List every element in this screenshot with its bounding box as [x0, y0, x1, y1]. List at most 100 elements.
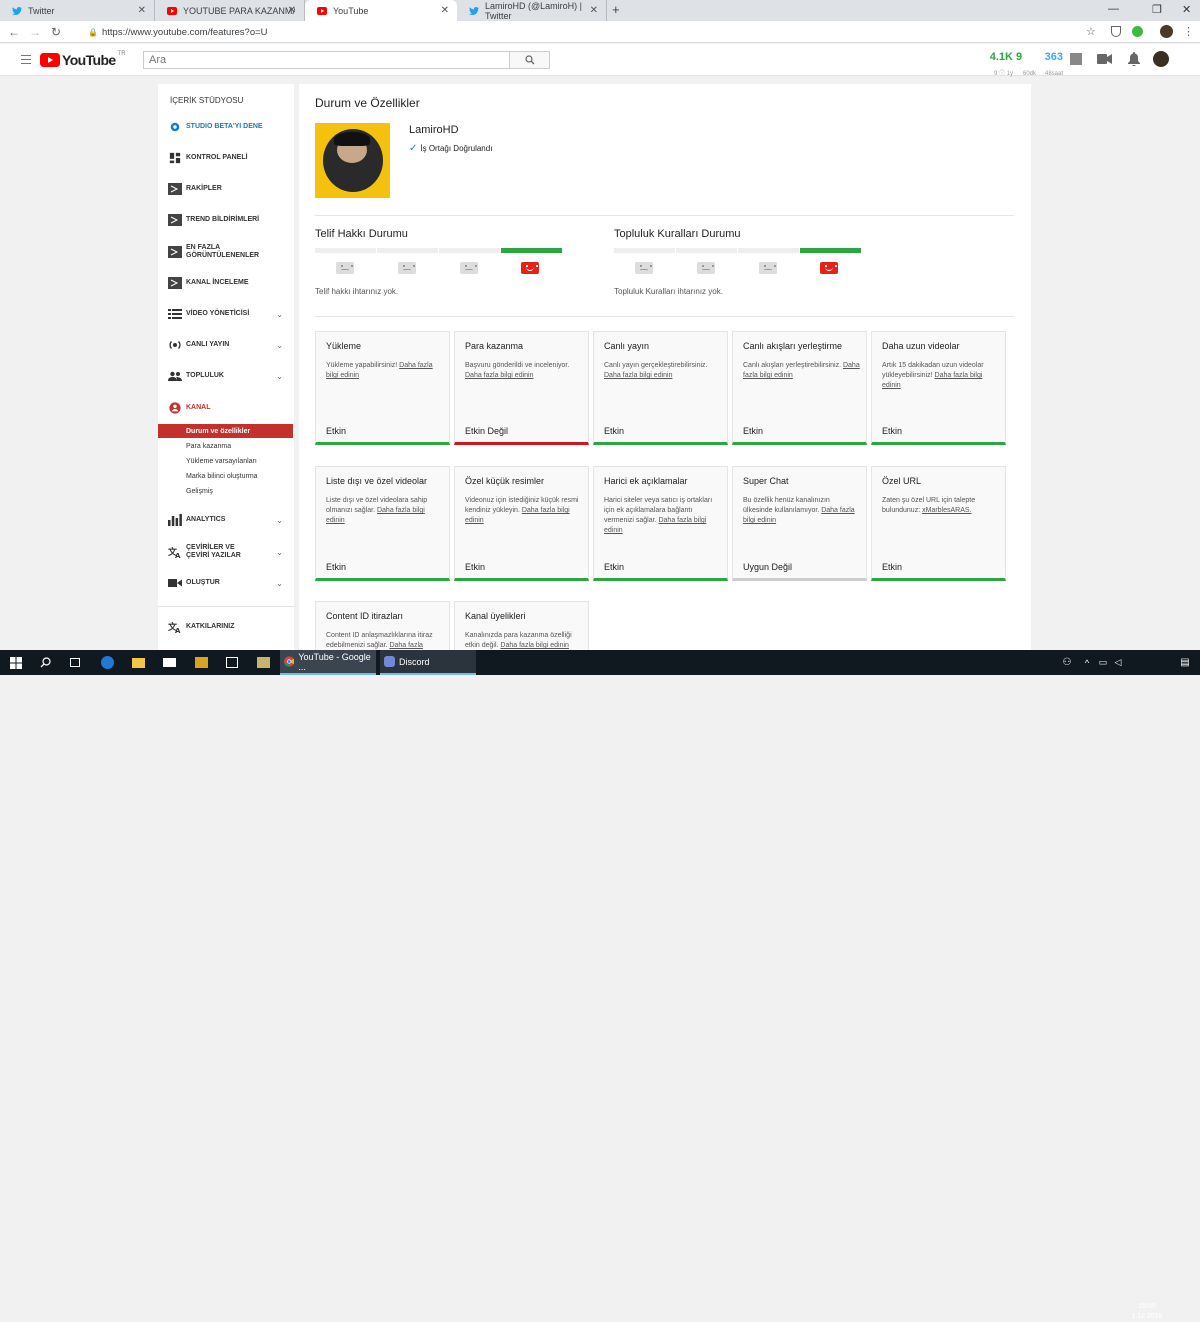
search-button[interactable] [509, 51, 550, 69]
sidebar-subitem-advanced[interactable]: Gelişmiş [158, 484, 294, 498]
taskbar-app-chrome[interactable]: YouTube - Google ... [280, 650, 376, 675]
shield-icon[interactable] [1111, 26, 1121, 37]
learn-more-link[interactable]: Daha fazla [389, 642, 422, 649]
sidebar-item-dashboard[interactable]: KONTROL PANELİ [158, 148, 294, 168]
chevron-down-icon[interactable]: ⌄ [276, 516, 283, 525]
sidebar-item-translations[interactable]: 文A ÇEVİRİLER VE ÇEVİRİ YAZILAR ⌄ [158, 541, 294, 563]
start-button[interactable] [0, 650, 32, 675]
svg-text:A: A [175, 552, 181, 558]
sidebar-item-channel[interactable]: KANAL [158, 398, 294, 418]
menu-dots-icon[interactable]: ⋮ [1183, 25, 1194, 38]
sidebar-item-studio-beta[interactable]: STUDIO BETA'YI DENE [158, 117, 294, 137]
sidebar-item-trend-alerts[interactable]: TREND BİLDİRİMLERİ [158, 210, 294, 230]
sidebar-subitem-upload-defaults[interactable]: Yükleme varsayılanları [158, 454, 294, 468]
tray-chevron-icon[interactable]: ^ [1080, 650, 1094, 675]
app2-taskbar-button[interactable] [250, 650, 276, 675]
explorer-taskbar-button[interactable] [125, 650, 151, 675]
strike-bar [738, 248, 799, 253]
store-taskbar-button[interactable] [219, 650, 245, 675]
notifications-bell-icon[interactable] [1128, 52, 1140, 66]
sidebar-subitem-status-features[interactable]: Durum ve özellikler [158, 424, 293, 438]
notifications-center-icon[interactable]: ▤ [1176, 650, 1194, 675]
feature-card-unlisted-private: Liste dışı ve özel videolar Liste dışı v… [315, 466, 450, 581]
custom-url-link[interactable]: xMarblesARAS. [922, 507, 971, 514]
taskbar-app-discord[interactable]: Discord [380, 650, 476, 675]
sidebar-subitem-branding[interactable]: Marka bilinci oluşturma [158, 469, 294, 483]
new-tab-button[interactable]: + [612, 2, 620, 17]
gear-icon [170, 122, 180, 132]
profile-avatar-icon[interactable] [1160, 25, 1173, 38]
card-title: Yükleme [326, 341, 362, 351]
divider [315, 215, 1014, 216]
tab-youtube-para[interactable]: YOUTUBE PARA KAZANMA İNCE ✕ [155, 0, 305, 21]
card-status: Etkin [882, 426, 903, 436]
chevron-down-icon[interactable]: ⌄ [276, 341, 283, 350]
task-view-button[interactable] [62, 650, 88, 675]
account-avatar[interactable] [1153, 51, 1169, 67]
sidebar-item-community[interactable]: TOPLULUK ⌄ [158, 366, 294, 386]
upload-video-icon[interactable] [1097, 54, 1112, 64]
sidebar-subitem-monetization[interactable]: Para kazanma [158, 439, 294, 453]
chevron-down-icon[interactable]: ⌄ [276, 579, 283, 588]
battery-icon[interactable]: ▭ [1096, 650, 1110, 675]
chevron-down-icon[interactable]: ⌄ [276, 310, 283, 319]
sidebar-item-video-manager[interactable]: VİDEO YÖNETİCİSİ ⌄ [158, 304, 294, 324]
tab-twitter[interactable]: Twitter ✕ [0, 0, 155, 21]
hamburger-menu-icon[interactable] [21, 55, 31, 64]
sidebar-item-analytics[interactable]: ANALYTICS ⌄ [158, 510, 294, 530]
youtube-logo-icon [40, 53, 60, 67]
close-icon[interactable]: ✕ [288, 5, 296, 16]
youtube-logo[interactable]: YouTube TR [40, 51, 126, 68]
edge-taskbar-button[interactable] [94, 650, 120, 675]
close-icon[interactable]: ✕ [441, 5, 449, 16]
maximize-button[interactable]: ❐ [1152, 3, 1162, 16]
search-input[interactable] [143, 51, 510, 69]
chevron-down-icon[interactable]: ⌄ [276, 372, 283, 381]
sidebar-item-competitors[interactable]: RAKİPLER [158, 179, 294, 199]
mail-icon [162, 658, 176, 667]
browser-tab-bar: Twitter ✕ YOUTUBE PARA KAZANMA İNCE ✕ Yo… [0, 0, 1200, 21]
minimize-button[interactable]: — [1108, 3, 1119, 15]
window-close-button[interactable]: ✕ [1182, 3, 1191, 16]
card-status: Etkin [604, 426, 625, 436]
reload-icon[interactable]: ↻ [51, 25, 61, 39]
app-taskbar-button[interactable] [188, 650, 214, 675]
back-icon[interactable]: ← [8, 25, 20, 39]
card-title: Content ID itirazları [326, 611, 404, 621]
learn-more-link[interactable]: Daha fazla bilgi edinin [465, 372, 534, 379]
url-field[interactable]: 🔒 https://www.youtube.com/features?o=U [75, 24, 1085, 41]
card-title: Canlı yayın [604, 341, 650, 351]
learn-more-link[interactable]: Daha fazla bilgi edinin [500, 642, 569, 649]
forward-icon[interactable]: → [29, 25, 41, 39]
people-icon[interactable]: ⚇ [1058, 650, 1076, 675]
card-description: Zaten şu özel URL için talepte bulundunu… [882, 497, 976, 514]
clock[interactable]: 15:05 1.12.2018 [1130, 1302, 1164, 1322]
feature-card-external-annotations: Harici ek açıklamalar Harici siteler vey… [593, 466, 728, 581]
mail-taskbar-button[interactable] [156, 650, 182, 675]
sidebar-item-create[interactable]: OLUŞTUR ⌄ [158, 573, 294, 593]
close-icon[interactable]: ✕ [590, 5, 598, 16]
create-icon [168, 579, 182, 587]
feature-card-longer-videos: Daha uzun videolar Artık 15 dakikadan uz… [871, 331, 1006, 445]
live-icon [169, 341, 181, 349]
learn-more-link[interactable]: Daha fazla bilgi edinin [604, 372, 673, 379]
sidebar-divider [158, 606, 294, 607]
volume-icon[interactable]: ◁ [1111, 650, 1125, 675]
analytics-bars-icon[interactable] [1070, 53, 1082, 65]
sidebar-item-most-viewed[interactable]: EN FAZLA GÖRÜNTÜLENENLER [158, 241, 294, 263]
sidebar-item-contributions[interactable]: 文A KATKILARINIZ [158, 617, 294, 637]
extension-icon[interactable] [1132, 26, 1143, 37]
tubebuddy-icon [168, 277, 182, 289]
tab-youtube[interactable]: YouTube ✕ [305, 0, 457, 21]
search-taskbar-button[interactable] [32, 650, 58, 675]
neutral-face-icon [398, 262, 416, 274]
tubebuddy-icon [168, 246, 182, 258]
channel-avatar[interactable] [315, 123, 390, 198]
card-description: Canlı yayın gerçekleştirebilirsiniz. Dah… [604, 362, 708, 379]
chevron-down-icon[interactable]: ⌄ [276, 548, 283, 557]
sidebar-item-live[interactable]: CANLI YAYIN ⌄ [158, 335, 294, 355]
sidebar-item-channel-review[interactable]: KANAL İNCELEME [158, 273, 294, 293]
tab-lamirohd-twitter[interactable]: LamiroHD (@LamiroH) | Twitter ✕ [457, 0, 607, 21]
close-icon[interactable]: ✕ [138, 5, 146, 16]
bookmark-star-icon[interactable]: ☆ [1086, 25, 1096, 38]
